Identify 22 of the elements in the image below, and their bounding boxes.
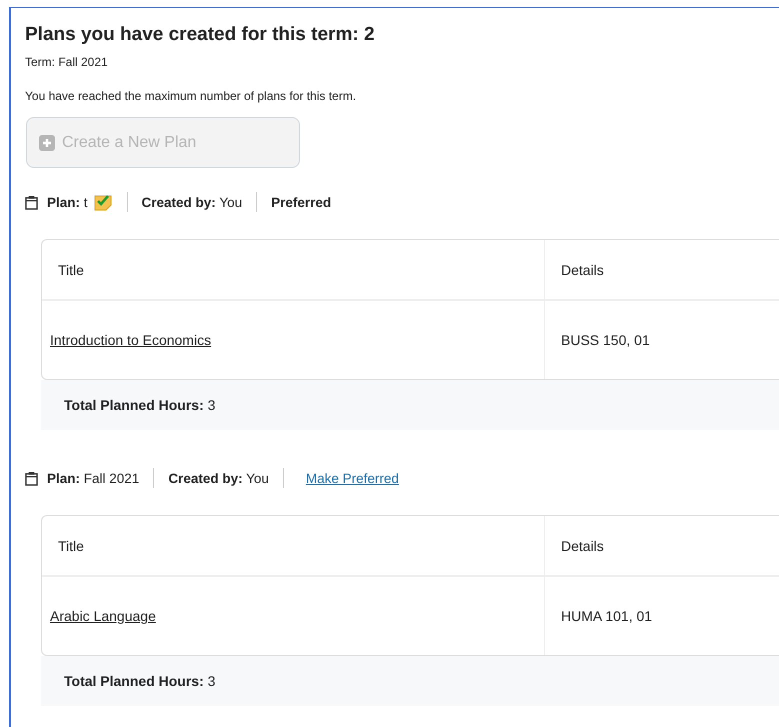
plan-name: Plan: t: [47, 194, 88, 210]
created-by-text: Created by: You: [142, 194, 242, 210]
course-link[interactable]: Arabic Language: [50, 608, 156, 624]
column-header: Title: [42, 240, 545, 299]
course-link[interactable]: Introduction to Economics: [50, 332, 212, 348]
column-header: Details: [560, 260, 605, 280]
clipboard-icon: [25, 470, 38, 486]
table-cell-text: BUSS 150, 01: [560, 331, 651, 350]
created-by-text: Created by: You: [168, 470, 269, 486]
notice-text: You have reached the maximum number of plans for this term.: [25, 89, 358, 103]
plan-name: Plan: Fall 2021: [47, 470, 140, 486]
column-header: Details: [560, 536, 605, 556]
term-text: Term: Fall 2021: [25, 55, 109, 69]
make-preferred-link[interactable]: Make Preferred: [306, 470, 399, 486]
clipboard-icon: [25, 194, 38, 210]
page-heading: Plans you have created for this term: 2: [25, 24, 376, 46]
column-header: Title: [42, 516, 545, 575]
table-cell-text: HUMA 101, 01: [560, 607, 654, 626]
plus-icon: [39, 134, 55, 150]
preferred-label: Preferred: [271, 194, 332, 210]
total-hours-text: Total Planned Hours: 3: [64, 673, 216, 689]
total-hours-text: Total Planned Hours: 3: [64, 397, 216, 413]
